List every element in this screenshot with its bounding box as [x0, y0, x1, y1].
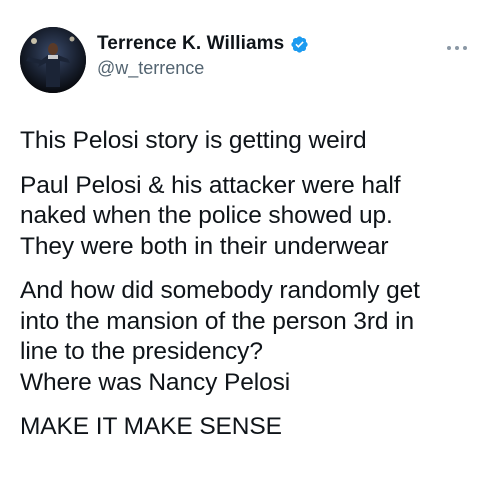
- avatar-image: [20, 27, 86, 93]
- tweet-card: Terrence K. Williams @w_terrence This Pe…: [0, 0, 486, 500]
- tweet-line: And how did somebody randomly get: [20, 277, 420, 304]
- tweet-line: MAKE IT MAKE SENSE: [20, 413, 282, 440]
- tweet-paragraph: Paul Pelosi & his attacker were half nak…: [20, 171, 466, 263]
- author-names: Terrence K. Williams @w_terrence: [97, 33, 309, 79]
- tweet-line: Where was Nancy Pelosi: [20, 368, 291, 396]
- tweet-line: This Pelosi story is getting weird: [20, 127, 367, 154]
- tweet-paragraph: And how did somebody randomly get into t…: [20, 276, 466, 398]
- tweet-line: naked when the police showed up.: [20, 202, 393, 229]
- tweet-text: This Pelosi story is getting weird Paul …: [20, 126, 466, 443]
- tweet-header: Terrence K. Williams @w_terrence: [20, 26, 466, 94]
- tweet-line: Paul Pelosi & his attacker were half: [20, 171, 401, 199]
- name-row: Terrence K. Williams: [97, 33, 309, 55]
- tweet-line: line to the presidency?: [20, 338, 263, 365]
- verified-badge-icon: [290, 35, 309, 54]
- user-handle[interactable]: @w_terrence: [97, 58, 309, 79]
- tweet-line: into the mansion of the person 3rd in: [20, 307, 414, 335]
- more-options-icon[interactable]: [444, 40, 470, 56]
- display-name[interactable]: Terrence K. Williams: [97, 33, 284, 55]
- tweet-line: They were both in their underwear: [20, 232, 389, 260]
- avatar[interactable]: [20, 27, 86, 93]
